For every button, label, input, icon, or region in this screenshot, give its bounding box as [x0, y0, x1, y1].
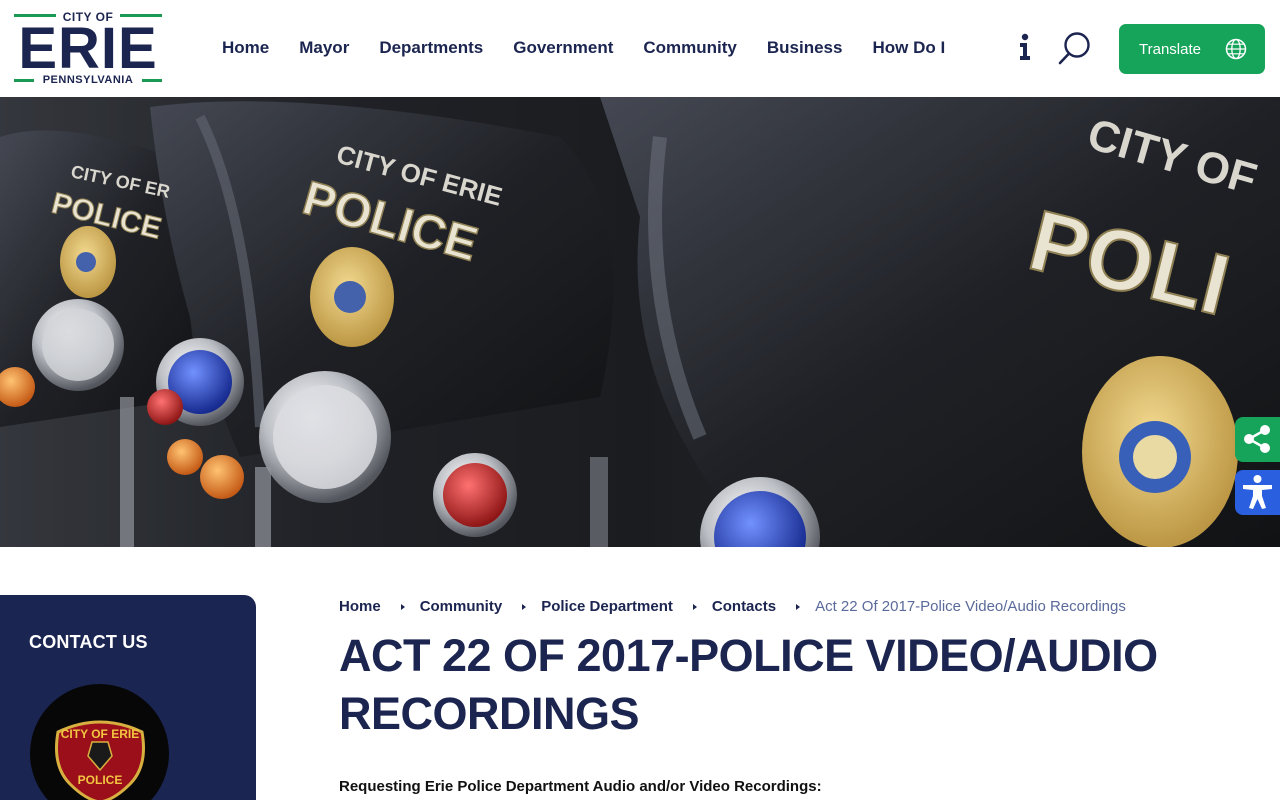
patch-top-text: CITY OF ERIE: [61, 727, 139, 741]
city-of-erie-logo[interactable]: CITY OF ERIE PENNSYLVANIA: [14, 10, 162, 88]
accessibility-button[interactable]: [1235, 470, 1280, 515]
share-button[interactable]: [1235, 417, 1280, 462]
hero-illustration: CITY OF ER POLICE CITY OF ERIE POLICE CI…: [0, 97, 1280, 547]
nav-mayor[interactable]: Mayor: [299, 37, 349, 59]
info-icon[interactable]: [1016, 33, 1034, 61]
breadcrumb-caret-icon: [796, 603, 801, 610]
requesting-recordings-heading: Requesting Erie Police Department Audio …: [339, 778, 822, 795]
logo-pennsylvania: PENNSYLVANIA: [42, 74, 134, 86]
nav-how-do-i[interactable]: How Do I: [872, 37, 945, 59]
page-title: ACT 22 OF 2017-POLICE VIDEO/AUDIO RECORD…: [339, 630, 1158, 739]
nav-departments[interactable]: Departments: [379, 37, 483, 59]
contact-sidebar: CONTACT US CITY OF ERIE POLICE: [0, 595, 256, 800]
contact-us-heading: CONTACT US: [29, 632, 148, 652]
site-header: CITY OF ERIE PENNSYLVANIA Home Mayor Dep…: [0, 0, 1280, 97]
nav-government[interactable]: Government: [513, 37, 613, 59]
search-icon[interactable]: [1057, 30, 1093, 66]
nav-home[interactable]: Home: [222, 37, 269, 59]
breadcrumb-community[interactable]: Community: [420, 598, 503, 615]
logo-erie: ERIE: [18, 16, 158, 81]
breadcrumb-contacts[interactable]: Contacts: [712, 598, 776, 615]
breadcrumb-home[interactable]: Home: [339, 598, 381, 615]
breadcrumb-police-department[interactable]: Police Department: [541, 598, 673, 615]
globe-icon: [1225, 38, 1247, 60]
patch-bottom-text: POLICE: [78, 773, 123, 787]
hero-image-police-motorcycles: CITY OF ER POLICE CITY OF ERIE POLICE CI…: [0, 97, 1280, 547]
nav-business[interactable]: Business: [767, 37, 843, 59]
breadcrumb-current: Act 22 Of 2017-Police Video/Audio Record…: [815, 598, 1126, 615]
police-patch-graphic: CITY OF ERIE POLICE: [55, 720, 145, 800]
main-nav: Home Mayor Departments Government Commun…: [222, 37, 945, 59]
breadcrumb-caret-icon: [522, 603, 527, 610]
breadcrumb-caret-icon: [400, 603, 405, 610]
breadcrumb: Home Community Police Department Contact…: [339, 598, 1126, 615]
share-icon: [1244, 425, 1270, 453]
accessibility-icon: [1243, 475, 1272, 509]
police-patch-image: CITY OF ERIE POLICE: [30, 684, 169, 800]
nav-community[interactable]: Community: [643, 37, 737, 59]
translate-label: Translate: [1139, 40, 1201, 58]
breadcrumb-caret-icon: [692, 603, 697, 610]
translate-button[interactable]: Translate: [1119, 24, 1265, 74]
